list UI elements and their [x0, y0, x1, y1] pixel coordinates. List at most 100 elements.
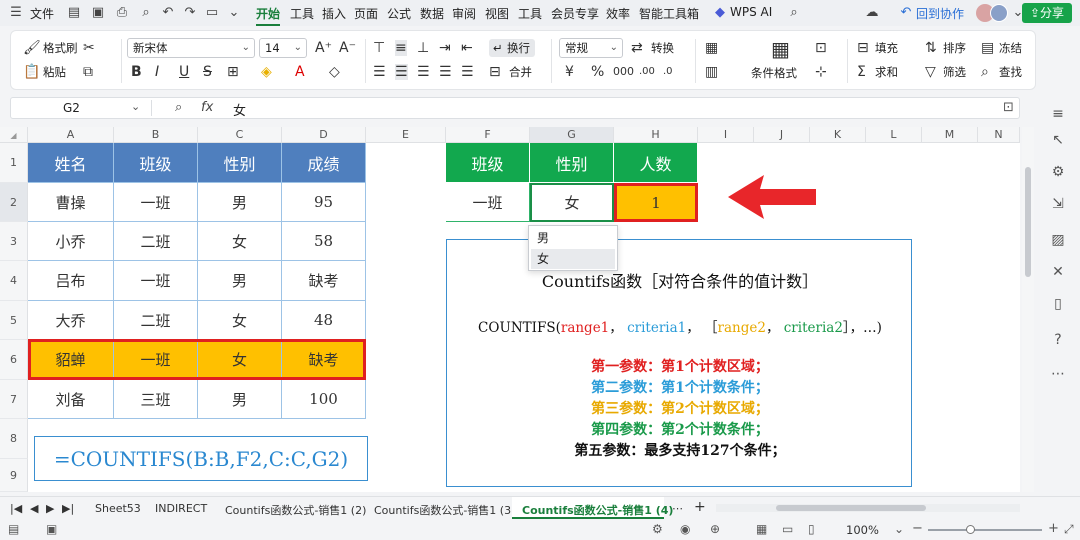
bold-icon[interactable]: B [131, 64, 142, 80]
zoom-slider[interactable] [928, 529, 1042, 531]
tab-data[interactable]: 数据 [420, 5, 444, 22]
table-cell[interactable]: 男 [198, 380, 282, 419]
zoom-level[interactable]: 100% [846, 523, 879, 537]
sort-icon[interactable]: ⇅ [925, 40, 937, 56]
criteria-header[interactable]: 班级 [446, 143, 530, 183]
image-icon[interactable]: ▨ [1048, 230, 1068, 250]
table-cell[interactable]: 三班 [114, 380, 198, 419]
sheet-tab[interactable]: Sheet53 [95, 502, 141, 515]
dropdown-option[interactable]: 女 [531, 249, 615, 269]
tab-member[interactable]: 会员专享 [551, 5, 599, 22]
ellipsis-icon[interactable]: ⋯ [1048, 364, 1068, 384]
table-cell[interactable]: 女 [198, 301, 282, 340]
table-cell[interactable]: 一班 [114, 183, 198, 222]
row-header-4[interactable]: 4 [0, 261, 28, 301]
indent-increase-icon[interactable]: ⇥ [439, 40, 451, 56]
clear-format-icon[interactable]: ◇ [329, 64, 340, 80]
undo-icon[interactable]: ↶ [160, 5, 176, 21]
find-icon[interactable]: ⌕ [981, 64, 989, 80]
wps-ai-button[interactable]: WPS AI [730, 5, 772, 19]
row-header-8[interactable]: 8 [0, 419, 28, 459]
avatar-2[interactable] [990, 4, 1008, 22]
sheet-tab[interactable]: Countifs函数公式-销售1 (3) [374, 502, 515, 518]
format-painter-button[interactable]: 格式刷 [43, 40, 78, 56]
tab-insert[interactable]: 插入 [322, 5, 346, 22]
justify-icon[interactable]: ☰ [439, 64, 452, 80]
table-header[interactable]: 姓名 [28, 143, 114, 183]
table-cell[interactable]: 男 [198, 261, 282, 301]
tab-tools-2[interactable]: 工具 [518, 5, 542, 22]
zoom-out-icon[interactable]: − [912, 521, 923, 536]
sheet-tab[interactable]: INDIRECT [155, 502, 207, 515]
tab-efficiency[interactable]: 效率 [606, 5, 630, 22]
convert-button[interactable]: 转换 [651, 40, 674, 56]
count-result-cell[interactable]: 1 [614, 183, 698, 222]
col-header-b[interactable]: B [114, 127, 198, 143]
row-header-6[interactable]: 6 [0, 340, 28, 380]
sum-icon[interactable]: Σ [857, 64, 866, 80]
dropdown-option[interactable]: 男 [531, 228, 615, 248]
merge-button[interactable]: 合并 [509, 64, 532, 80]
scroll-thumb[interactable] [776, 505, 926, 511]
zoom-search-icon[interactable]: ⌕ [175, 100, 182, 115]
collab-button[interactable]: 回到协作 [916, 5, 964, 22]
border-icon[interactable]: ⊞ [227, 64, 239, 80]
cut-icon[interactable]: ✂ [83, 40, 95, 56]
copy-icon[interactable]: ⧉ [83, 64, 93, 80]
table-cell[interactable]: 大乔 [28, 301, 114, 340]
tab-smart-toolbox[interactable]: 智能工具箱 [639, 5, 699, 22]
sheet-list-icon[interactable]: ▤ [8, 522, 19, 536]
cell-style-icon[interactable]: ▥ [705, 64, 718, 80]
search-icon[interactable]: ⌕ [786, 5, 802, 21]
row-header-2[interactable]: 2 [0, 183, 28, 222]
zoom-in-icon[interactable]: + [1048, 521, 1059, 536]
col-header-j[interactable]: J [754, 127, 810, 143]
chevron-down-icon[interactable]: ⌄ [226, 5, 242, 21]
freeze-icon[interactable]: ▤ [981, 40, 994, 56]
align-left-icon[interactable]: ☰ [373, 64, 386, 80]
zoom-slider-thumb[interactable] [966, 525, 975, 534]
table-cell[interactable]: 小乔 [28, 222, 114, 261]
fill-down-icon[interactable]: ⊟ [857, 40, 869, 56]
cond-format-icon[interactable]: ▦ [771, 39, 790, 59]
table-cell[interactable]: 吕布 [28, 261, 114, 301]
table-header[interactable]: 班级 [114, 143, 198, 183]
row-header-9[interactable]: 9 [0, 459, 28, 492]
formula-input[interactable]: 女 [233, 100, 246, 119]
increase-decimal-icon[interactable]: .00 [639, 64, 655, 80]
align-bottom-icon[interactable]: ⊥ [417, 40, 429, 56]
align-middle-icon[interactable]: ≡ [395, 40, 407, 56]
filter-button[interactable]: 筛选 [943, 64, 966, 80]
wrap-button[interactable]: ↵ 换行 [489, 39, 535, 57]
sheet-tab-active[interactable]: Countifs函数公式-销售1 (4) [512, 497, 673, 519]
settings-icon[interactable]: ⚙ [1048, 162, 1068, 182]
table-cell[interactable]: 二班 [114, 222, 198, 261]
criteria-header[interactable]: 性别 [530, 143, 614, 183]
thousands-icon[interactable]: 000 [613, 64, 634, 80]
tools-icon[interactable]: ✕ [1048, 262, 1068, 282]
cloud-icon[interactable]: ☁ [864, 5, 880, 21]
col-header-i[interactable]: I [698, 127, 754, 143]
table-cell[interactable]: 100 [282, 380, 366, 419]
filter-icon[interactable]: ▽ [925, 64, 936, 80]
more-sheets-icon[interactable]: ⋯ [672, 502, 683, 515]
row-header-1[interactable]: 1 [0, 143, 28, 183]
page-break-icon[interactable]: ▯ [808, 522, 815, 536]
next-sheet-icon[interactable]: ▶ [46, 502, 54, 515]
chevron-down-icon[interactable]: ⌄ [131, 100, 140, 113]
col-header-m[interactable]: M [922, 127, 978, 143]
fill-button[interactable]: 填充 [875, 40, 898, 56]
last-sheet-icon[interactable]: ▶| [62, 502, 74, 515]
col-header-c[interactable]: C [198, 127, 282, 143]
border-select-icon[interactable]: ⊹ [815, 64, 827, 80]
sum-button[interactable]: 求和 [875, 64, 898, 80]
tab-tools[interactable]: 工具 [290, 5, 314, 22]
table-header[interactable]: 成绩 [282, 143, 366, 183]
export-pdf-icon[interactable]: ▣ [90, 5, 106, 21]
find-button[interactable]: 查找 [999, 64, 1022, 80]
page-view-icon[interactable]: ▭ [782, 522, 793, 536]
table-cell[interactable]: 缺考 [282, 261, 366, 301]
percent-icon[interactable]: % [591, 64, 604, 80]
currency-icon[interactable]: ¥ [565, 64, 574, 80]
sort-button[interactable]: 排序 [943, 40, 966, 56]
